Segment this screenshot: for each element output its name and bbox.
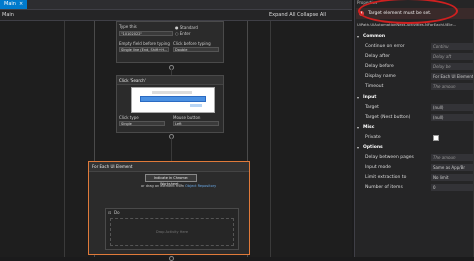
property-row[interactable]: Target (Nest button) (null) [355,114,474,122]
property-row[interactable]: Timeout The amoun [355,83,474,91]
property-value[interactable]: Delay aft [431,53,473,60]
for-each-ui-element-activity[interactable]: For Each UI Element Indicate in Chrome: … [88,161,250,255]
chevron-down-icon[interactable]: ▾ [357,95,359,100]
property-row[interactable]: Continue on error Continu [355,43,474,51]
sequence-line [270,21,271,257]
property-row[interactable]: Input mode Same as App/Br [355,164,474,172]
property-row[interactable]: Target (null) [355,104,474,112]
private-checkbox[interactable] [433,135,439,141]
property-value[interactable]: Continu [431,43,473,50]
property-key: Target [365,105,379,110]
property-key: Input mode [365,165,391,170]
property-key: Delay before [365,64,394,69]
property-key: Delay after [365,54,390,59]
breadcrumb-bar: Main Expand All Collapse All [0,10,352,21]
property-value[interactable]: (null) [431,114,473,121]
property-key: Number of items [365,185,403,190]
type-this-label: Type this [119,24,137,29]
property-row[interactable]: Delay after Delay aft [355,53,474,61]
do-container: ⊡ Do Drop Activity Here [105,208,239,250]
radio-enter-label: Enter [179,31,191,36]
chevron-down-icon[interactable]: ▾ [357,34,359,39]
property-value[interactable]: For Each UI Element [431,73,473,80]
empty-field-select[interactable]: Single line (End, Shift+H... [119,47,169,52]
click-type-select[interactable]: Single [119,121,165,126]
property-value[interactable]: The amoun [431,83,473,90]
property-key: Private [365,135,381,140]
sequence-line [64,21,65,257]
tab-main[interactable]: Main × [0,0,28,9]
property-value[interactable]: No limit [431,174,473,181]
property-row[interactable]: Number of items 0 [355,184,474,192]
tab-main-label: Main [4,1,16,7]
radio-standard[interactable]: ● Standard [175,25,198,30]
section-options: Options [363,145,383,150]
drop-zone-text: Drop Activity Here [156,230,189,234]
radio-enter[interactable]: ○ Enter [175,31,191,36]
close-icon[interactable]: × [19,0,23,9]
indicate-in-chrome-button[interactable]: Indicate in Chrome: Worksheet... [145,174,197,186]
for-each-title: For Each UI Element [92,164,133,169]
chevron-down-icon[interactable]: ▾ [357,125,359,130]
breadcrumb[interactable]: Main [2,12,14,18]
drag-element-hint: or drag an element from Object Repositor… [141,184,216,188]
property-value[interactable]: (null) [431,104,473,111]
property-key: Display name [365,74,396,79]
type-this-field[interactable]: "10102022" [119,31,173,36]
property-value[interactable]: The amoun [431,154,473,161]
property-key: Target (Nest button) [365,115,411,120]
click-target-preview[interactable] [131,87,215,113]
property-row[interactable]: Limit extraction to No limit [355,174,474,182]
section-misc: Misc [363,125,375,130]
property-row[interactable]: Private [355,134,474,142]
type-into-activity[interactable]: Type this ● Standard "10102022" ○ Enter … [116,21,224,63]
do-label: Do [114,210,120,215]
property-key: Continue on error [365,44,405,49]
property-key: Limit extraction to [365,175,407,180]
click-before-select[interactable]: Double [173,47,219,52]
property-row[interactable]: Display name For Each UI Element [355,73,474,81]
designer-canvas[interactable]: Type this ● Standard "10102022" ○ Enter … [0,21,352,261]
expand-all-button[interactable]: Expand All [269,12,296,18]
chevron-down-icon[interactable]: ▾ [357,145,359,150]
collapse-all-button[interactable]: Collapse All [297,12,326,18]
property-row[interactable]: Delay between pages The amoun [355,154,474,162]
drag-element-text: or drag an element from [141,184,184,188]
do-icon: ⊡ [108,210,112,215]
click-before-label: Click before typing [173,41,211,46]
tab-bar: Main × [0,0,352,10]
mouse-button-select[interactable]: Left [173,121,219,126]
click-type-label: Click type [119,115,139,120]
connector-line [171,138,172,161]
property-value[interactable]: Delay be [431,63,473,70]
property-key: Timeout [365,84,384,89]
section-input: Input [363,95,377,100]
section-common: Common [363,34,386,39]
property-value[interactable]: 0 [431,184,473,191]
mouse-button-label: Mouse button [173,115,201,120]
preview-highlight [140,96,206,102]
properties-panel: Properties ! Target element must be set.… [354,0,474,257]
preview-element [152,91,192,94]
click-activity[interactable]: Click 'Search' Click type Mouse button S… [116,75,224,133]
drop-zone[interactable]: Drop Activity Here [110,218,234,246]
empty-field-label: Empty field before typing [119,41,170,46]
property-key: Delay between pages [365,155,414,160]
object-repository-link[interactable]: Object Repository [185,184,216,188]
property-row[interactable]: Delay before Delay be [355,63,474,71]
preview-element [190,104,202,107]
radio-standard-label: Standard [179,25,198,30]
property-value[interactable]: Same as App/Br [431,164,473,171]
click-activity-title: Click 'Search' [119,78,146,83]
